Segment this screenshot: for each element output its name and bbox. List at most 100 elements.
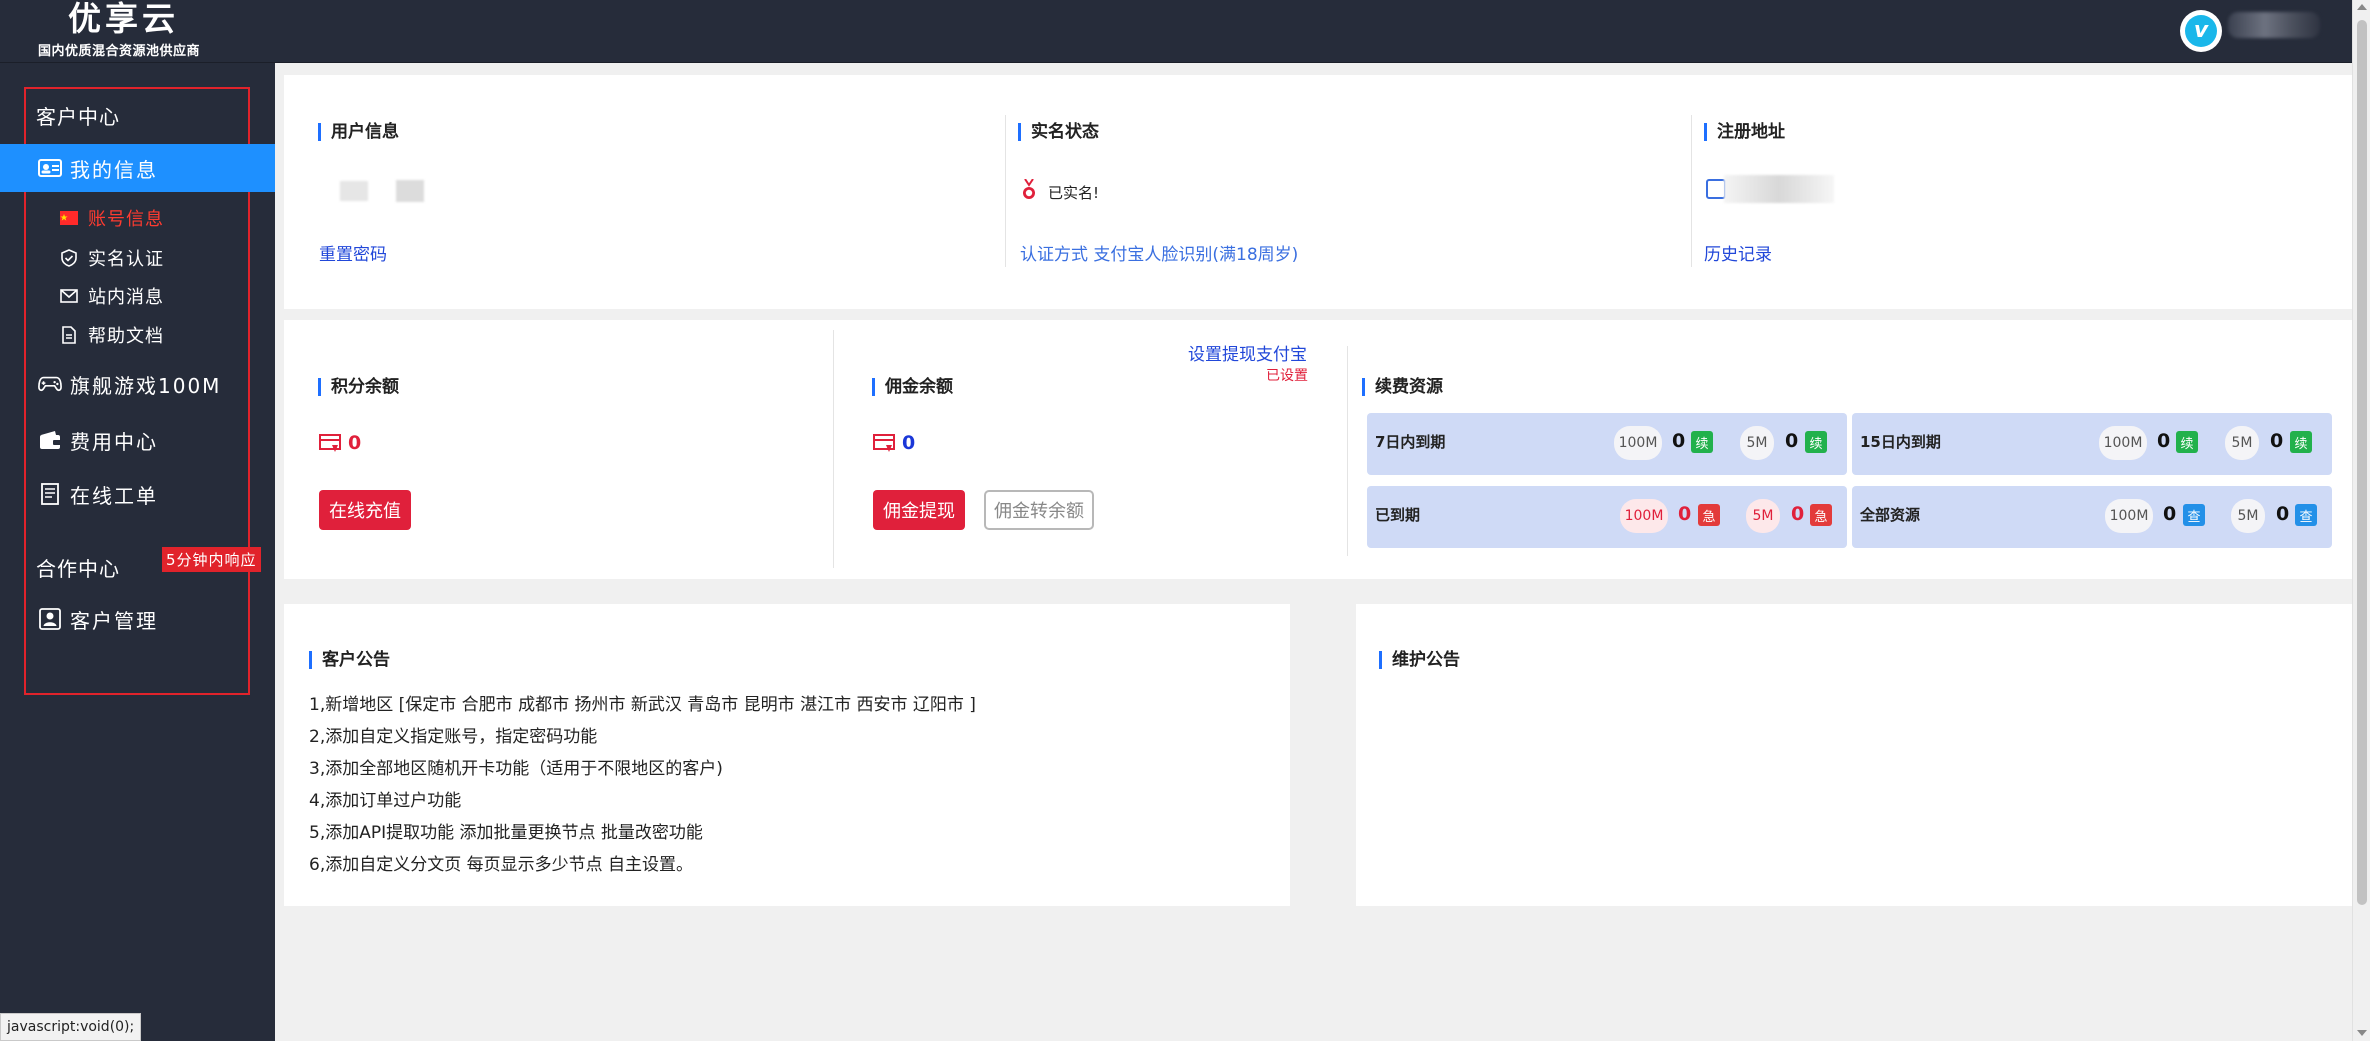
commission-value: 0 bbox=[902, 432, 916, 454]
commission-to-balance-button[interactable]: 佣金转余额 bbox=[984, 490, 1094, 530]
sidebar: 客户中心 我的信息 账号信息 实名认证 站内消息 帮助文档 旗舰游戏100M 费… bbox=[0, 63, 275, 1041]
username-blurred[interactable] bbox=[2228, 12, 2320, 38]
vimeo-logo-icon: v bbox=[2185, 15, 2217, 47]
tile-label: 已到期 bbox=[1375, 506, 1421, 524]
online-recharge-button[interactable]: 在线充值 bbox=[319, 490, 411, 530]
notice-line: 2,添加自定义指定账号，指定密码功能 bbox=[309, 727, 598, 747]
sidebar-subitem-messages[interactable]: 站内消息 bbox=[60, 283, 164, 309]
points-value: 0 bbox=[348, 432, 362, 454]
sidebar-subitem-label: 账号信息 bbox=[88, 209, 164, 230]
sidebar-item-customer-management[interactable]: 客户管理 bbox=[0, 595, 275, 643]
divider bbox=[1347, 346, 1348, 556]
renewal-tile-7days[interactable]: 7日内到期 100M 0 续 5M 0 续 bbox=[1367, 413, 1847, 475]
renewal-resources-title: 续费资源 bbox=[1362, 378, 1443, 396]
set-alipay-link[interactable]: 设置提现支付宝 bbox=[1188, 340, 1307, 365]
flag-icon bbox=[60, 209, 78, 227]
sidebar-subitem-realname[interactable]: 实名认证 bbox=[60, 245, 164, 271]
size-chip-100m: 100M bbox=[1614, 426, 1662, 460]
sidebar-subitem-account-info[interactable]: 账号信息 bbox=[60, 205, 164, 231]
wallet-icon bbox=[38, 428, 62, 452]
response-time-badge: 5分钟内响应 bbox=[162, 547, 261, 572]
renew-tag[interactable]: 续 bbox=[1691, 431, 1713, 453]
notice-line: 5,添加API提取功能 添加批量更换节点 批量改密功能 bbox=[309, 823, 703, 843]
sidebar-item-label: 客户管理 bbox=[70, 608, 158, 633]
sidebar-item-online-ticket[interactable]: 在线工单 bbox=[0, 470, 275, 518]
urgent-tag[interactable]: 急 bbox=[1810, 504, 1832, 526]
mail-icon bbox=[60, 287, 78, 305]
commission-balance-title: 佣金余额 bbox=[872, 378, 953, 396]
commission-balance: 0 bbox=[872, 432, 915, 454]
scroll-down-arrow-icon[interactable] bbox=[2357, 1030, 2367, 1036]
size-chip-5m: 5M bbox=[1740, 426, 1774, 460]
renewal-tile-expired[interactable]: 已到期 100M 0 急 5M 0 急 bbox=[1367, 486, 1847, 548]
realname-status-title: 实名状态 bbox=[1018, 123, 1099, 141]
scroll-up-arrow-icon[interactable] bbox=[2357, 4, 2367, 10]
count-5m: 0 bbox=[1785, 430, 1799, 452]
count-5m: 0 bbox=[2276, 503, 2290, 525]
renewal-tile-15days[interactable]: 15日内到期 100M 0 续 5M 0 续 bbox=[1852, 413, 2332, 475]
user-info-title: 用户信息 bbox=[318, 123, 399, 141]
view-tag[interactable]: 查 bbox=[2295, 504, 2317, 526]
maintenance-notice-title: 维护公告 bbox=[1379, 651, 1460, 669]
count-5m: 0 bbox=[2270, 430, 2284, 452]
logo[interactable]: 优享云 国内优质混合资源池供应商 bbox=[36, 0, 256, 63]
section-partner-center: 合作中心 bbox=[36, 557, 120, 581]
count-100m: 0 bbox=[1678, 503, 1692, 525]
document-icon bbox=[60, 326, 78, 344]
section-customer-center: 客户中心 bbox=[36, 105, 120, 129]
shield-check-icon bbox=[60, 249, 78, 267]
balance-panel: 积分余额 0 在线充值 设置提现支付宝 已设置 佣金余额 0 佣金提现 佣金转余… bbox=[284, 320, 2352, 579]
count-100m: 0 bbox=[1672, 430, 1686, 452]
notice-line: 1,新增地区 [保定市 合肥市 成都市 扬州市 新武汉 青岛市 昆明市 湛江市 … bbox=[309, 695, 976, 715]
sidebar-item-flagship-game[interactable]: 旗舰游戏100M bbox=[0, 360, 275, 408]
points-balance: 0 bbox=[318, 432, 361, 454]
contact-book-icon bbox=[38, 607, 62, 631]
verification-method-link[interactable]: 认证方式 支付宝人脸识别(满18周岁) bbox=[1020, 240, 1298, 265]
username-redacted bbox=[340, 181, 368, 201]
tile-label: 7日内到期 bbox=[1375, 433, 1446, 451]
logo-subtitle: 国内优质混合资源池供应商 bbox=[38, 44, 201, 59]
commission-withdraw-button[interactable]: 佣金提现 bbox=[873, 490, 965, 530]
count-100m: 0 bbox=[2163, 503, 2177, 525]
notice-line: 6,添加自定义分文页 每页显示多少节点 自主设置。 bbox=[309, 855, 694, 875]
history-link[interactable]: 历史记录 bbox=[1704, 240, 1772, 265]
browser-status-bar: javascript:void(0); bbox=[0, 1013, 142, 1041]
size-chip-100m: 100M bbox=[2105, 499, 2153, 533]
size-chip-5m: 5M bbox=[2225, 426, 2259, 460]
reset-password-link[interactable]: 重置密码 bbox=[319, 240, 387, 265]
divider bbox=[833, 330, 834, 568]
userid-redacted bbox=[396, 180, 424, 202]
sidebar-subitem-help-docs[interactable]: 帮助文档 bbox=[60, 322, 164, 348]
gamepad-icon bbox=[38, 372, 62, 396]
notice-line: 3,添加全部地区随机开卡功能（适用于不限地区的客户) bbox=[309, 759, 723, 779]
alipay-status-text: 已设置 bbox=[1266, 368, 1308, 384]
size-chip-100m: 100M bbox=[1620, 499, 1668, 533]
sidebar-item-billing[interactable]: 费用中心 bbox=[0, 416, 275, 464]
sidebar-subitem-label: 帮助文档 bbox=[88, 326, 164, 347]
renew-tag[interactable]: 续 bbox=[2290, 431, 2312, 453]
size-chip-5m: 5M bbox=[2231, 499, 2265, 533]
notice-line: 4,添加订单过户功能 bbox=[309, 791, 462, 811]
view-tag[interactable]: 查 bbox=[2183, 504, 2205, 526]
sidebar-item-label: 费用中心 bbox=[70, 429, 158, 454]
gift-box-icon bbox=[872, 432, 896, 454]
renewal-tile-all-resources[interactable]: 全部资源 100M 0 查 5M 0 查 bbox=[1852, 486, 2332, 548]
tile-label: 15日内到期 bbox=[1860, 433, 1941, 451]
sidebar-item-my-info[interactable]: 我的信息 bbox=[0, 144, 275, 192]
sidebar-item-label: 旗舰游戏100M bbox=[70, 373, 222, 398]
customer-notice-title: 客户公告 bbox=[309, 651, 390, 669]
avatar[interactable]: v bbox=[2180, 10, 2222, 52]
size-chip-5m: 5M bbox=[1746, 499, 1780, 533]
tile-label: 全部资源 bbox=[1860, 506, 1921, 524]
divider bbox=[1005, 115, 1006, 267]
count-5m: 0 bbox=[1791, 503, 1805, 525]
renew-tag[interactable]: 续 bbox=[2176, 431, 2198, 453]
vertical-scrollbar[interactable] bbox=[2352, 0, 2370, 1041]
points-balance-title: 积分余额 bbox=[318, 378, 399, 396]
medal-icon bbox=[1022, 178, 1036, 201]
sidebar-item-label: 在线工单 bbox=[70, 483, 158, 508]
urgent-tag[interactable]: 急 bbox=[1698, 504, 1720, 526]
scrollbar-thumb[interactable] bbox=[2357, 20, 2367, 905]
renew-tag[interactable]: 续 bbox=[1805, 431, 1827, 453]
id-card-icon bbox=[38, 156, 62, 180]
